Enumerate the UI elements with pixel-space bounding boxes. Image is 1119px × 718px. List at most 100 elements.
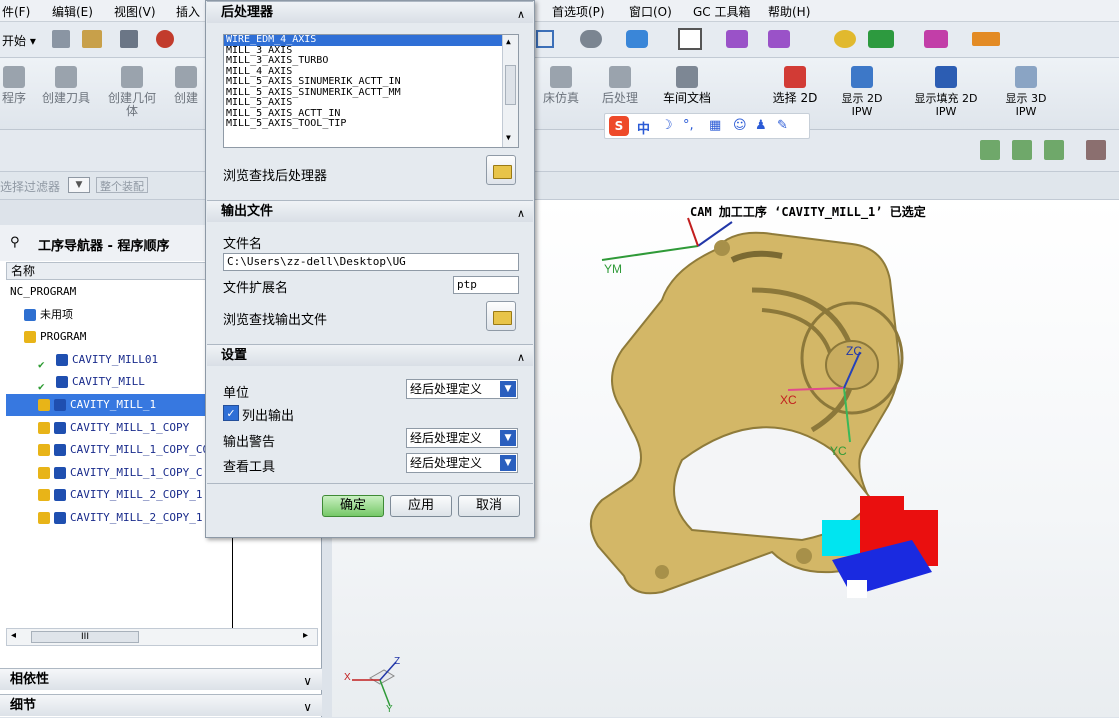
create-tool-button[interactable]: 创建刀具	[36, 66, 96, 105]
list-icon[interactable]	[1086, 140, 1106, 160]
section-postprocessor[interactable]: 后处理器 ∧	[207, 1, 533, 23]
ime-keyboard-icon[interactable]: ▦	[709, 118, 721, 133]
browse-post-folder-icon[interactable]	[486, 155, 516, 185]
dependency-section[interactable]: 相依性 ∨	[0, 668, 322, 690]
postprocessor-item[interactable]: WIRE_EDM_4_AXIS	[224, 35, 518, 46]
list-output-checkbox[interactable]: ✓	[223, 405, 239, 421]
postprocessor-item[interactable]: MILL_5_AXIS_SINUMERIK_ACTT_IN	[224, 77, 518, 88]
show-2d-ipw-button[interactable]: 显示 2D IPW	[834, 66, 890, 118]
tree-row-label: CAVITY_MILL_1_COPY_C	[70, 465, 203, 479]
list-scroll-thumb[interactable]	[505, 65, 516, 105]
section-settings[interactable]: 设置 ∧	[207, 344, 533, 366]
save-icon[interactable]	[120, 30, 138, 48]
scroll-thumb[interactable]: III	[31, 631, 139, 643]
wcs-icon[interactable]	[726, 30, 748, 48]
output-warning-select[interactable]: 经后处理定义 ▼	[406, 428, 518, 448]
select-2d-button[interactable]: 选择 2D	[766, 66, 824, 105]
cancel-button[interactable]: 取消	[458, 495, 520, 517]
open-icon[interactable]	[82, 30, 102, 48]
ime-tools-icon[interactable]: ✎	[777, 118, 788, 133]
menu-gc-toolbox[interactable]: GC 工具箱	[693, 3, 751, 20]
scroll-up-icon[interactable]: ▲	[506, 37, 511, 47]
collapse-icon[interactable]: ∧	[517, 347, 525, 368]
postprocessor-item[interactable]: MILL_5_AXIS	[224, 98, 518, 109]
menu-help[interactable]: 帮助(H)	[768, 3, 810, 20]
fit-view-icon[interactable]	[536, 30, 554, 48]
section-output-file[interactable]: 输出文件 ∧	[207, 200, 533, 222]
cavity-mill-operation-icon	[56, 353, 68, 366]
dropdown-icon[interactable]: ▼	[500, 381, 516, 397]
ime-toolbar[interactable]: S 中 ☽ °, ▦ ☺ ♟ ✎	[604, 113, 810, 139]
program-icon	[24, 331, 36, 344]
analysis-icon[interactable]	[834, 30, 856, 48]
snap-icon[interactable]	[868, 30, 894, 48]
scroll-right-icon[interactable]: ▸	[303, 630, 308, 641]
output-warning-label: 输出警告	[223, 435, 276, 450]
ime-skin-icon[interactable]: ♟	[755, 118, 767, 133]
measure-icon[interactable]	[972, 32, 1000, 46]
start-menu-button[interactable]: 开始 ▾	[2, 32, 36, 49]
standard-toolbar: 开始 ▾	[0, 22, 1119, 58]
triad-z-label: Z	[394, 656, 401, 667]
postprocessor-list[interactable]: WIRE_EDM_4_AXIS MILL_3_AXIS MILL_3_AXIS_TU…	[223, 34, 519, 148]
scroll-left-icon[interactable]: ◂	[11, 630, 16, 641]
complete-check-icon: ✔	[38, 380, 45, 394]
menu-insert[interactable]: 插入	[176, 3, 200, 20]
machine-icon[interactable]	[1012, 140, 1032, 160]
menu-preferences[interactable]: 首选项(P)	[552, 3, 605, 20]
ime-moon-icon[interactable]: ☽	[661, 118, 673, 133]
menu-view[interactable]: 视图(V)	[114, 3, 156, 20]
ok-button[interactable]: 确定	[322, 495, 384, 517]
create-button[interactable]: 创建	[168, 66, 204, 105]
bolt-hole-3	[655, 565, 669, 579]
verify-icon[interactable]	[980, 140, 1000, 160]
cube-view-icon[interactable]	[626, 30, 648, 48]
render-style-icon[interactable]	[580, 30, 602, 48]
filename-input[interactable]: C:\Users\zz-dell\Desktop\UG	[223, 253, 519, 271]
cut-icon[interactable]	[156, 30, 174, 48]
collapse-icon[interactable]: ∧	[517, 4, 525, 25]
details-section[interactable]: 细节 ∨	[0, 694, 322, 716]
regenerate-warning-icon	[38, 512, 50, 524]
point-snap-icon[interactable]	[924, 30, 948, 48]
extension-label: 文件扩展名	[223, 281, 289, 296]
background-icon[interactable]	[678, 28, 702, 50]
program-button[interactable]: 程序	[0, 66, 28, 105]
pin-icon[interactable]: ⚲	[10, 235, 20, 250]
csys-icon[interactable]	[768, 30, 790, 48]
machine-sim-button[interactable]: 床仿真	[536, 66, 586, 105]
show-fill-2d-ipw-button[interactable]: 显示填充 2D IPW	[910, 66, 982, 118]
create-geometry-button[interactable]: 创建几何体	[104, 66, 160, 118]
ime-user-icon[interactable]: ☺	[733, 118, 747, 133]
collapse-icon[interactable]: ∧	[517, 203, 525, 224]
new-icon[interactable]	[52, 30, 70, 48]
postprocessor-item[interactable]: MILL_3_AXIS_TURBO	[224, 56, 518, 67]
ime-lang-toggle[interactable]: 中	[637, 118, 650, 137]
bolt-hole-1	[714, 240, 730, 256]
menu-window[interactable]: 窗口(O)	[629, 3, 672, 20]
ime-logo-icon[interactable]: S	[609, 116, 629, 136]
apply-button[interactable]: 应用	[390, 495, 452, 517]
extension-input[interactable]: ptp	[453, 276, 519, 294]
shop-doc-button[interactable]: 车间文档	[656, 66, 718, 105]
show-3d-ipw-button[interactable]: 显示 3D IPW	[998, 66, 1054, 118]
postprocess-button[interactable]: 后处理	[596, 66, 644, 105]
assembly-scope-select[interactable]: 整个装配	[96, 177, 148, 193]
review-tool-select[interactable]: 经后处理定义 ▼	[406, 453, 518, 473]
menu-edit[interactable]: 编辑(E)	[52, 3, 93, 20]
simulate-icon[interactable]	[1044, 140, 1064, 160]
dropdown-icon[interactable]: ▼	[500, 430, 516, 446]
scroll-down-icon[interactable]: ▼	[506, 133, 511, 143]
postprocessor-item[interactable]: MILL_5_AXIS_TOOL_TIP	[224, 119, 518, 130]
menu-file[interactable]: 件(F)	[2, 3, 30, 20]
cavity-mill-operation-icon	[54, 466, 66, 479]
filter-dropdown[interactable]: ▼	[68, 177, 90, 193]
triad-y-label: Y	[386, 704, 393, 715]
browse-output-folder-icon[interactable]	[486, 301, 516, 331]
dropdown-icon[interactable]: ▼	[500, 455, 516, 471]
ime-punct-icon[interactable]: °,	[683, 118, 694, 133]
unit-select[interactable]: 经后处理定义 ▼	[406, 379, 518, 399]
navigator-hscrollbar[interactable]: ◂ III ▸	[6, 628, 318, 646]
list-scrollbar[interactable]: ▲ ▼	[502, 35, 518, 147]
xc-label: XC	[780, 393, 797, 407]
